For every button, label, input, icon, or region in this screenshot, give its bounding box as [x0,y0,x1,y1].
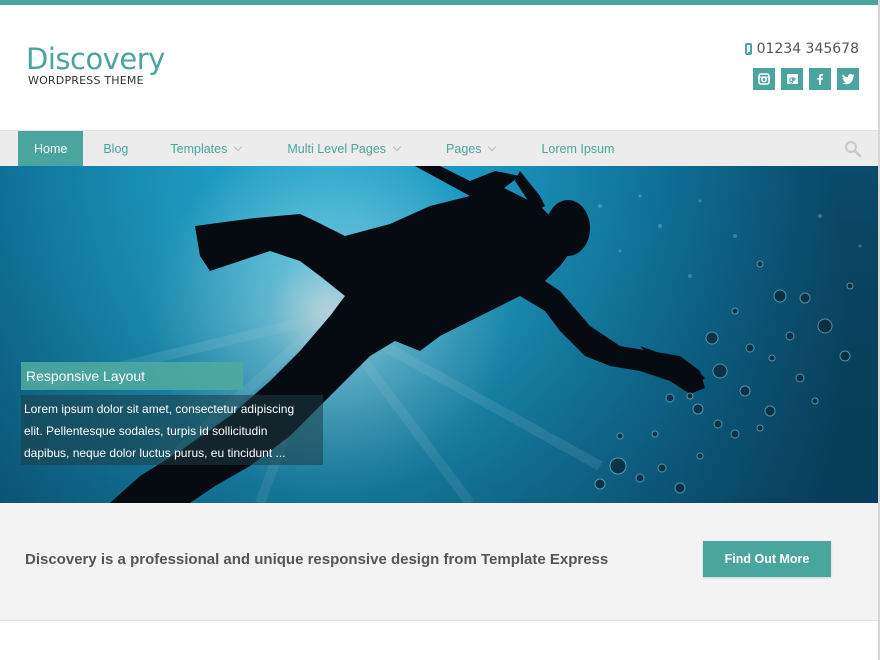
google-plus-icon[interactable]: g [781,68,803,90]
slide-caption-line: elit. Pellentesque sodales, turpis id so… [24,424,268,438]
site-logo[interactable]: Discovery WORDPRESS THEME [26,42,165,87]
nav-item-pages[interactable]: Pages [424,131,519,167]
facebook-icon[interactable] [809,68,831,90]
nav-item-templates[interactable]: Templates [154,131,265,167]
nav-item-label: Home [34,142,68,156]
slide-caption-title: Responsive Layout [21,362,243,390]
main-navigation: Home Blog Templates Multi Level Pages Pa… [0,130,878,167]
chevron-down-icon [488,142,497,152]
social-links: g [753,68,859,90]
slide-caption-line: Lorem ipsum dolor sit amet, consectetur … [24,402,295,416]
nav-menu: Home Blog Templates Multi Level Pages Pa… [18,131,630,167]
nav-item-label: Templates [170,142,228,156]
logo-title: Discovery [26,42,165,76]
slide-caption-text: Lorem ipsum dolor sit amet, consectetur … [21,395,323,465]
page: Discovery WORDPRESS THEME 01234 345678 g… [0,0,880,660]
find-out-more-button[interactable]: Find Out More [703,541,831,577]
instagram-icon[interactable] [753,68,775,90]
chevron-down-icon [234,142,243,152]
nav-item-label: Lorem Ipsum [541,142,615,156]
nav-item-label: Blog [103,142,129,156]
call-to-action: Discovery is a professional and unique r… [0,503,878,621]
chevron-down-icon [392,142,402,152]
nav-item-label: Pages [446,142,482,156]
header-phone: 01234 345678 [744,41,859,57]
nav-item-home[interactable]: Home [18,131,84,167]
search-icon[interactable] [844,140,862,158]
mobile-phone-icon [744,43,752,55]
logo-tagline: WORDPRESS THEME [28,74,144,87]
twitter-icon[interactable] [837,68,859,90]
nav-item-label: Multi Level Pages [287,142,387,156]
nav-item-multi-level-pages[interactable]: Multi Level Pages [265,131,424,167]
cta-text: Discovery is a professional and unique r… [25,551,609,568]
slide-caption-line: dapibus, neque dolor luctus purus, eu ti… [24,446,286,460]
nav-item-blog[interactable]: Blog [83,131,154,167]
top-accent-bar [0,0,878,5]
phone-number: 01234 345678 [756,41,859,57]
nav-item-lorem-ipsum[interactable]: Lorem Ipsum [519,131,630,167]
